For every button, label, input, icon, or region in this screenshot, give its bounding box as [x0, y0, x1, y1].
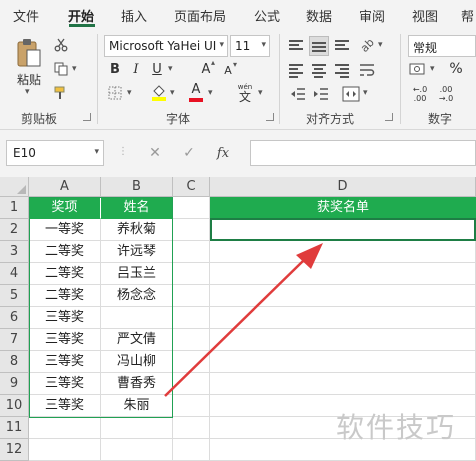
number-format-value: 常规 — [413, 41, 438, 55]
outdent-icon — [291, 88, 305, 100]
name-box-value: E10 — [13, 146, 36, 160]
tab-help[interactable]: 帮 — [461, 6, 474, 25]
alignment-launcher-icon[interactable] — [385, 113, 393, 121]
chevron-down-icon: ▾ — [94, 147, 99, 157]
formula-bar: E10 ▾ ⋮ ✕ ✓ fx — [0, 130, 476, 177]
paint-bucket-icon — [152, 85, 166, 101]
font-launcher-icon[interactable] — [266, 113, 274, 121]
phonetic-button[interactable]: wén 文 — [234, 82, 256, 104]
insert-function-icon[interactable]: fx — [206, 146, 240, 161]
fill-color-dropdown-icon[interactable]: ▾ — [170, 88, 175, 98]
borders-dropdown-icon[interactable]: ▾ — [127, 88, 132, 98]
align-left-button[interactable] — [289, 62, 305, 78]
tab-page-layout[interactable]: 页面布局 — [174, 6, 226, 25]
name-box[interactable]: E10 ▾ — [6, 140, 104, 166]
number-format-combo[interactable]: 常规 — [408, 35, 476, 57]
tab-data[interactable]: 数据 — [306, 6, 332, 25]
increase-icon: ▴ — [211, 58, 216, 67]
clipboard-launcher-icon[interactable] — [83, 113, 91, 121]
borders-button[interactable] — [106, 84, 124, 102]
fill-color-button[interactable] — [150, 82, 168, 102]
orientation-dropdown-icon[interactable]: ▾ — [378, 40, 383, 50]
tab-formulas[interactable]: 公式 — [254, 6, 280, 25]
align-top-button[interactable] — [289, 38, 305, 54]
font-color-swatch — [189, 98, 203, 102]
scissors-icon — [54, 38, 68, 52]
clipboard-group-label: 剪贴板 — [21, 112, 58, 126]
bold-button[interactable]: B — [107, 60, 123, 78]
tab-view[interactable]: 视图 — [412, 6, 438, 25]
wrap-text-icon — [360, 64, 375, 76]
tab-file[interactable]: 文件 — [13, 6, 39, 25]
cancel-icon[interactable]: ✕ — [138, 145, 172, 161]
number-group-label: 数字 — [428, 112, 453, 126]
align-bottom-button[interactable] — [335, 38, 351, 54]
red-arrow — [164, 243, 323, 397]
underline-button[interactable]: U — [149, 60, 165, 78]
copy-dropdown-icon[interactable]: ▾ — [72, 64, 77, 74]
align-middle-button[interactable] — [309, 36, 329, 56]
tab-insert[interactable]: 插入 — [121, 6, 147, 25]
ribbon-separator — [400, 34, 401, 124]
orientation-button[interactable]: ab — [354, 32, 379, 57]
tab-review[interactable]: 审阅 — [359, 6, 385, 25]
formula-buttons: ✕ ✓ fx — [138, 140, 244, 166]
merge-cells-icon — [342, 86, 360, 102]
merge-dropdown-icon[interactable]: ▾ — [363, 88, 368, 98]
ribbon-separator — [97, 34, 98, 124]
tab-home[interactable]: 开始 — [68, 6, 94, 25]
border-icon — [108, 86, 122, 100]
paste-button[interactable] — [14, 36, 44, 70]
increase-decimal-button[interactable]: ←.0 .00 — [410, 84, 430, 104]
font-color-button[interactable]: A — [187, 82, 205, 102]
font-name-value: Microsoft YaHei UI — [109, 39, 217, 53]
worksheet-grid[interactable]: A B C D 1 2 3 4 5 6 7 8 9 10 11 12 奖项 姓名 获奖名单 一等奖 养秋… — [0, 177, 476, 461]
enter-icon[interactable]: ✓ — [172, 145, 206, 161]
currency-icon — [409, 63, 425, 75]
cut-button[interactable] — [52, 36, 70, 54]
increase-indent-button[interactable] — [312, 86, 330, 102]
formula-input[interactable] — [250, 140, 476, 166]
accounting-dropdown-icon[interactable]: ▾ — [430, 64, 435, 74]
font-color-letter: A — [191, 82, 201, 97]
ribbon-separator — [279, 34, 280, 124]
phonetic-dropdown-icon[interactable]: ▾ — [258, 88, 263, 98]
font-group-label: 字体 — [166, 112, 191, 126]
chevron-down-icon: ▾ — [261, 40, 266, 50]
decrease-decimal-icon: .00 — [439, 85, 453, 94]
merge-center-button[interactable] — [341, 85, 361, 103]
percent-button[interactable]: % — [447, 60, 465, 78]
arrow-shaft — [164, 260, 304, 397]
italic-button[interactable]: I — [128, 60, 144, 78]
increase-decimal-icon: ←.0 — [412, 85, 428, 94]
align-right-button[interactable] — [335, 62, 351, 78]
menu-bar: 文件 开始 插入 页面布局 公式 数据 审阅 视图 帮 — [0, 0, 476, 30]
wrap-text-button[interactable] — [358, 62, 376, 78]
font-size-combo[interactable]: 11 ▾ — [230, 35, 270, 57]
alignment-group-label: 对齐方式 — [306, 112, 355, 126]
paste-label: 粘贴 — [16, 72, 41, 87]
brush-icon — [54, 86, 65, 99]
copy-icon — [54, 62, 68, 76]
phonetic-char: 文 — [238, 89, 251, 104]
chevron-down-icon: ▾ — [219, 40, 224, 50]
active-tab-indicator — [69, 24, 95, 27]
paste-icon — [17, 39, 41, 67]
ribbon: 粘贴 ▾ ▾ 剪贴板 Microsoft YaHei UI ▾ 11 ▾ B I… — [0, 30, 476, 130]
underline-dropdown-icon[interactable]: ▾ — [168, 64, 173, 74]
paste-dropdown-icon[interactable]: ▾ — [25, 87, 30, 97]
indent-icon — [314, 88, 328, 100]
font-name-combo[interactable]: Microsoft YaHei UI ▾ — [104, 35, 228, 57]
copy-button[interactable] — [52, 60, 70, 78]
drag-handle-icon[interactable]: ⋮ — [118, 146, 128, 157]
font-size-value: 11 — [235, 39, 251, 53]
align-center-button[interactable] — [312, 62, 328, 78]
font-color-dropdown-icon[interactable]: ▾ — [208, 88, 213, 98]
decrease-indent-button[interactable] — [289, 86, 307, 102]
format-painter-button[interactable] — [52, 84, 70, 102]
decrease-icon: ▾ — [233, 60, 238, 69]
accounting-format-button[interactable] — [408, 60, 428, 78]
decrease-decimal-button[interactable]: .00 →.0 — [436, 84, 456, 104]
